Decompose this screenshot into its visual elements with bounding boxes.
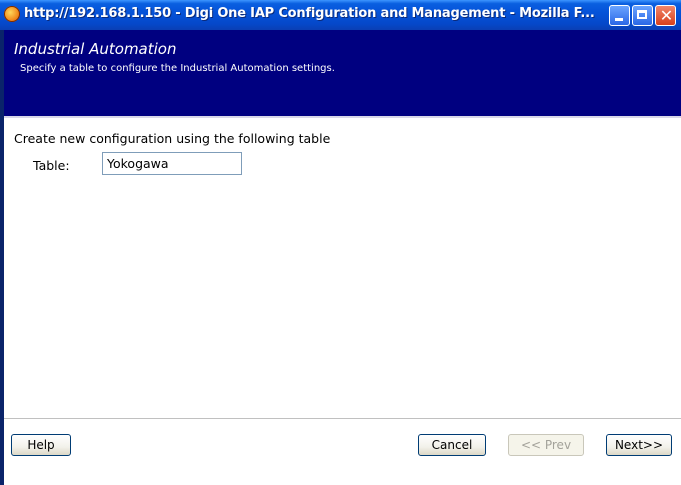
window-title: http://192.168.1.150 - Digi One IAP Conf… <box>24 6 595 21</box>
intro-text: Create new configuration using the follo… <box>14 131 331 146</box>
content-area: Create new configuration using the follo… <box>4 118 681 418</box>
button-bar: Help Cancel << Prev Next>> <box>4 418 681 485</box>
table-label: Table: <box>33 158 70 173</box>
cancel-button[interactable]: Cancel <box>418 434 486 456</box>
close-button[interactable]: ✕ <box>655 5 676 26</box>
help-button[interactable]: Help <box>11 434 71 456</box>
firefox-icon <box>4 6 20 22</box>
maximize-button[interactable] <box>632 5 653 26</box>
page-header: Industrial Automation Specify a table to… <box>4 30 681 116</box>
close-icon: ✕ <box>659 6 674 25</box>
page-title: Industrial Automation <box>14 40 177 58</box>
next-button[interactable]: Next>> <box>606 434 672 456</box>
browser-window: http://192.168.1.150 - Digi One IAP Conf… <box>0 0 681 485</box>
table-input[interactable] <box>102 152 242 175</box>
minimize-button[interactable] <box>609 5 630 26</box>
title-bar[interactable]: http://192.168.1.150 - Digi One IAP Conf… <box>0 0 681 30</box>
minimize-icon <box>615 18 623 21</box>
page-subtitle: Specify a table to configure the Industr… <box>20 63 335 74</box>
maximize-icon <box>637 10 647 19</box>
prev-button[interactable]: << Prev <box>508 434 584 456</box>
